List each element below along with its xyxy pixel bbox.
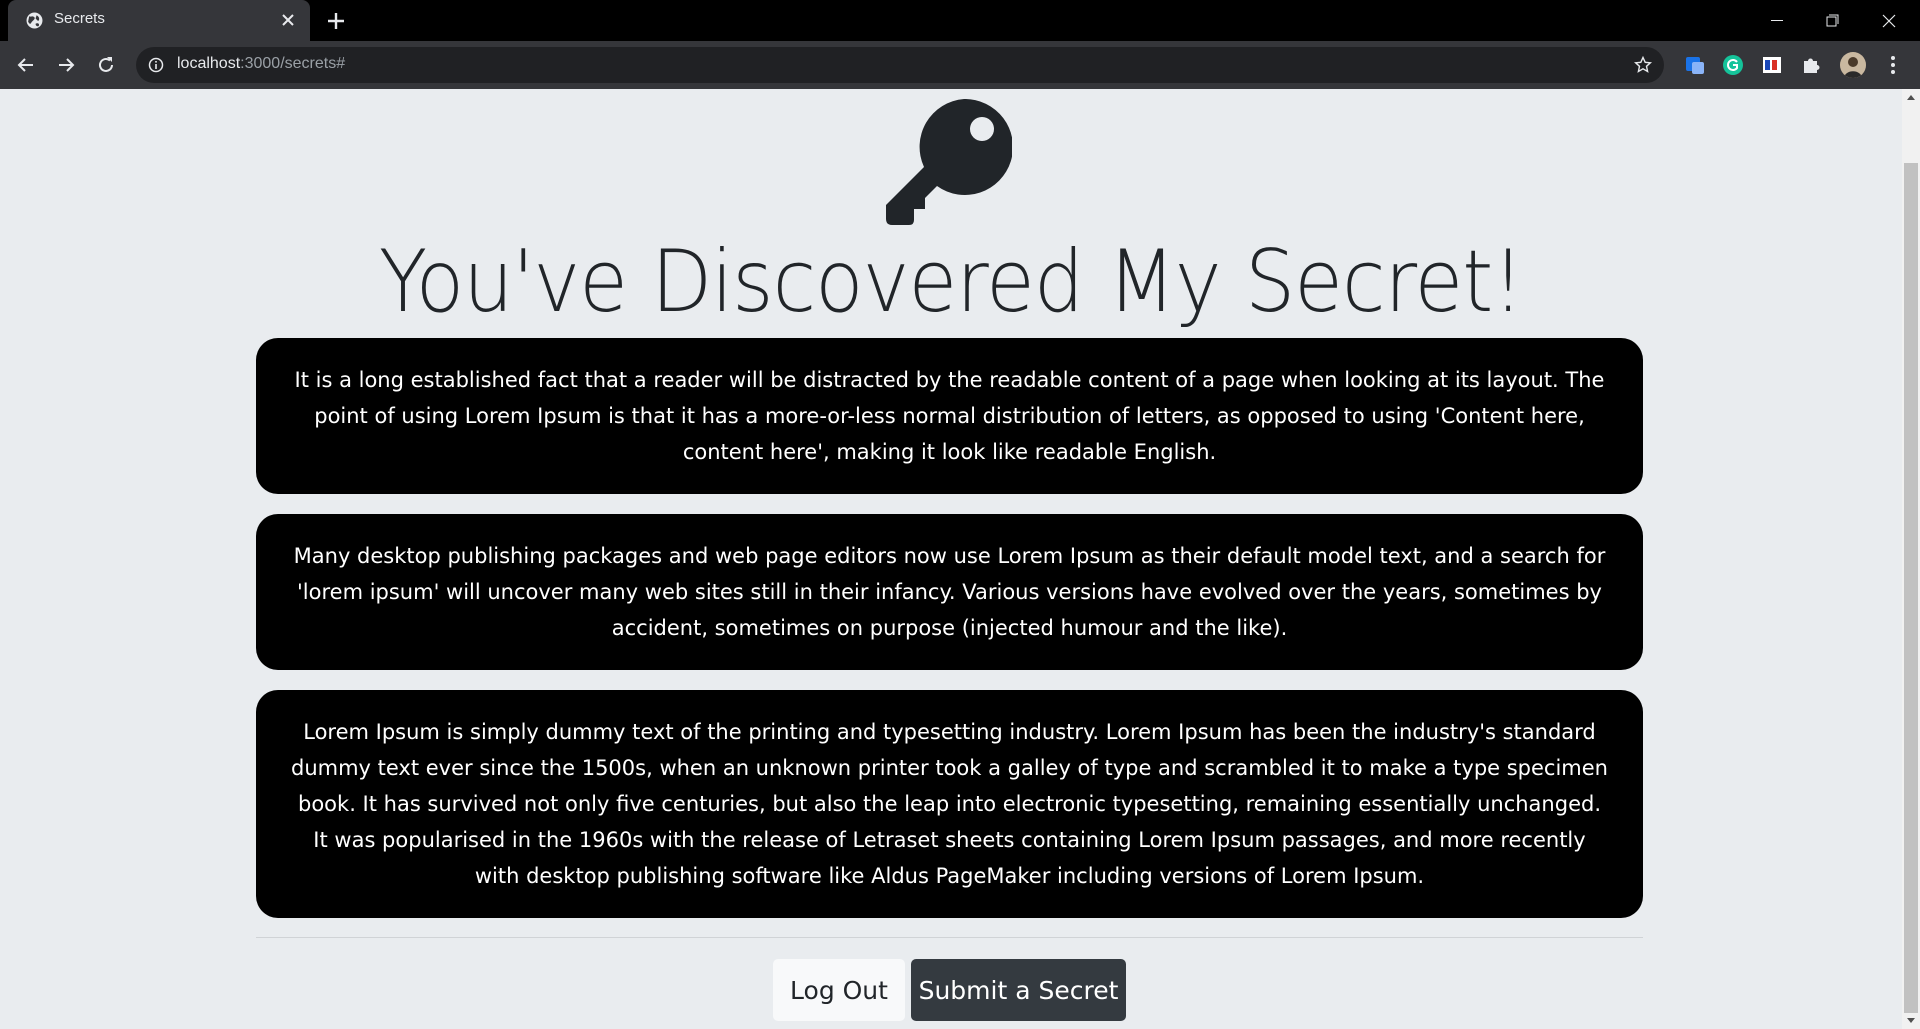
extension-icon[interactable] xyxy=(1761,54,1783,76)
extensions-puzzle-icon[interactable] xyxy=(1800,54,1822,76)
globe-icon xyxy=(26,12,43,29)
browser-toolbar: localhost:3000/secrets# xyxy=(0,41,1920,89)
logout-button[interactable]: Log Out xyxy=(773,959,905,1021)
reload-icon[interactable] xyxy=(94,53,118,77)
tab-strip: Secrets xyxy=(0,0,1920,41)
translate-extension-icon[interactable] xyxy=(1684,54,1706,76)
tab-secrets[interactable]: Secrets xyxy=(8,0,310,41)
scrollbar-thumb[interactable] xyxy=(1904,163,1918,1013)
url-host: localhost xyxy=(177,55,241,72)
scroll-up-arrow-icon[interactable] xyxy=(1902,89,1920,106)
secret-text: Lorem Ipsum is simply dummy text of the … xyxy=(290,720,1608,888)
page-title: You've Discovered My Secret! xyxy=(378,232,1524,332)
bookmark-star-icon[interactable] xyxy=(1634,56,1652,74)
grammarly-extension-icon[interactable] xyxy=(1722,54,1744,76)
back-icon[interactable] xyxy=(14,53,38,77)
secret-card: Lorem Ipsum is simply dummy text of the … xyxy=(256,690,1643,918)
url-text: localhost:3000/secrets# xyxy=(177,55,345,73)
new-tab-icon[interactable] xyxy=(326,11,346,31)
minimize-icon[interactable] xyxy=(1754,0,1800,41)
secret-card: It is a long established fact that a rea… xyxy=(256,338,1643,494)
profile-avatar[interactable] xyxy=(1840,52,1866,78)
browser-menu-icon[interactable] xyxy=(1882,54,1904,76)
divider xyxy=(256,937,1643,938)
close-tab-icon[interactable] xyxy=(280,12,296,28)
tab-title: Secrets xyxy=(54,10,105,27)
key-icon xyxy=(886,99,1012,225)
address-bar[interactable]: localhost:3000/secrets# xyxy=(136,47,1664,83)
url-path: :3000/secrets# xyxy=(240,55,346,72)
scroll-down-arrow-icon[interactable] xyxy=(1902,1012,1920,1029)
page-content: You've Discovered My Secret! It is a lon… xyxy=(0,89,1902,1029)
restore-icon[interactable] xyxy=(1810,0,1856,41)
profile-avatar-image xyxy=(1840,52,1866,78)
browser-chrome: Secrets localhost:3000/secrets# xyxy=(0,0,1920,89)
secret-text: Many desktop publishing packages and web… xyxy=(293,544,1606,640)
site-info-icon[interactable] xyxy=(148,57,164,73)
forward-icon[interactable] xyxy=(54,53,78,77)
secret-text: It is a long established fact that a rea… xyxy=(294,368,1605,464)
submit-secret-button[interactable]: Submit a Secret xyxy=(911,959,1126,1021)
secret-card: Many desktop publishing packages and web… xyxy=(256,514,1643,670)
close-window-icon[interactable] xyxy=(1866,0,1912,41)
page-scrollbar[interactable] xyxy=(1902,89,1920,1029)
